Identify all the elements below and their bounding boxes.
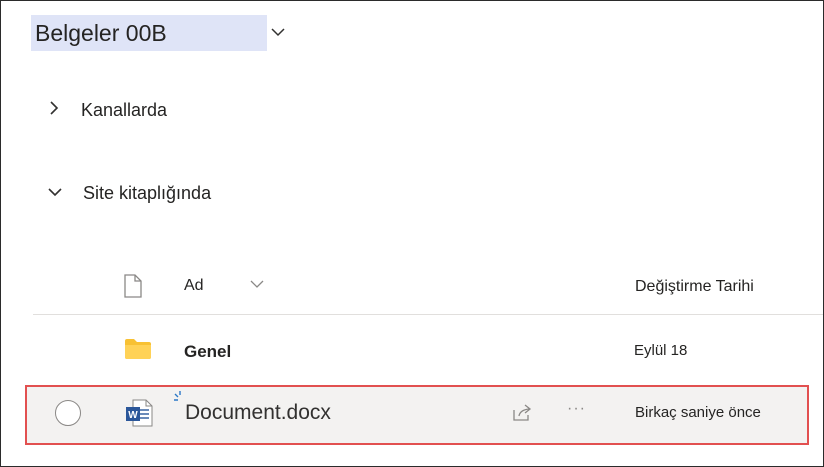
chevron-down-icon (47, 183, 63, 204)
section-channels-label: Kanallarda (81, 100, 168, 120)
file-icon (123, 274, 143, 303)
column-header-row: Ad Değiştirme Tarihi (1, 271, 823, 301)
section-site-library-label: Site kitaplığında (83, 183, 212, 203)
folder-icon (124, 338, 152, 365)
section-site-library[interactable]: Site kitaplığında (47, 183, 211, 204)
more-icon[interactable]: ··· (567, 400, 586, 418)
chevron-down-icon[interactable] (269, 23, 287, 46)
svg-text:W: W (128, 410, 138, 421)
row-select-radio[interactable] (55, 400, 81, 426)
table-row-selected[interactable]: W Document.docx ··· Birkaç saniye önce (25, 385, 809, 445)
chevron-down-icon[interactable] (249, 277, 265, 296)
row-name[interactable]: Document.docx (185, 401, 331, 425)
library-title: Belgeler 00B (35, 19, 167, 46)
column-header-name[interactable]: Ad (184, 277, 204, 295)
table-row[interactable]: Genel Eylül 18 (1, 331, 823, 371)
row-modified: Birkaç saniye önce (635, 404, 761, 421)
section-channels[interactable]: Kanallarda (47, 99, 167, 122)
row-modified: Eylül 18 (634, 342, 688, 359)
share-icon[interactable] (511, 401, 533, 428)
document-library-panel: Belgeler 00B Kanallarda Site kitaplığınd… (0, 0, 824, 467)
chevron-right-icon (47, 99, 61, 122)
library-switcher[interactable]: Belgeler 00B (31, 15, 285, 51)
header-divider (33, 314, 823, 315)
word-icon: W (125, 398, 153, 433)
row-name[interactable]: Genel (184, 342, 231, 362)
column-header-modified[interactable]: Değiştirme Tarihi (635, 278, 754, 296)
